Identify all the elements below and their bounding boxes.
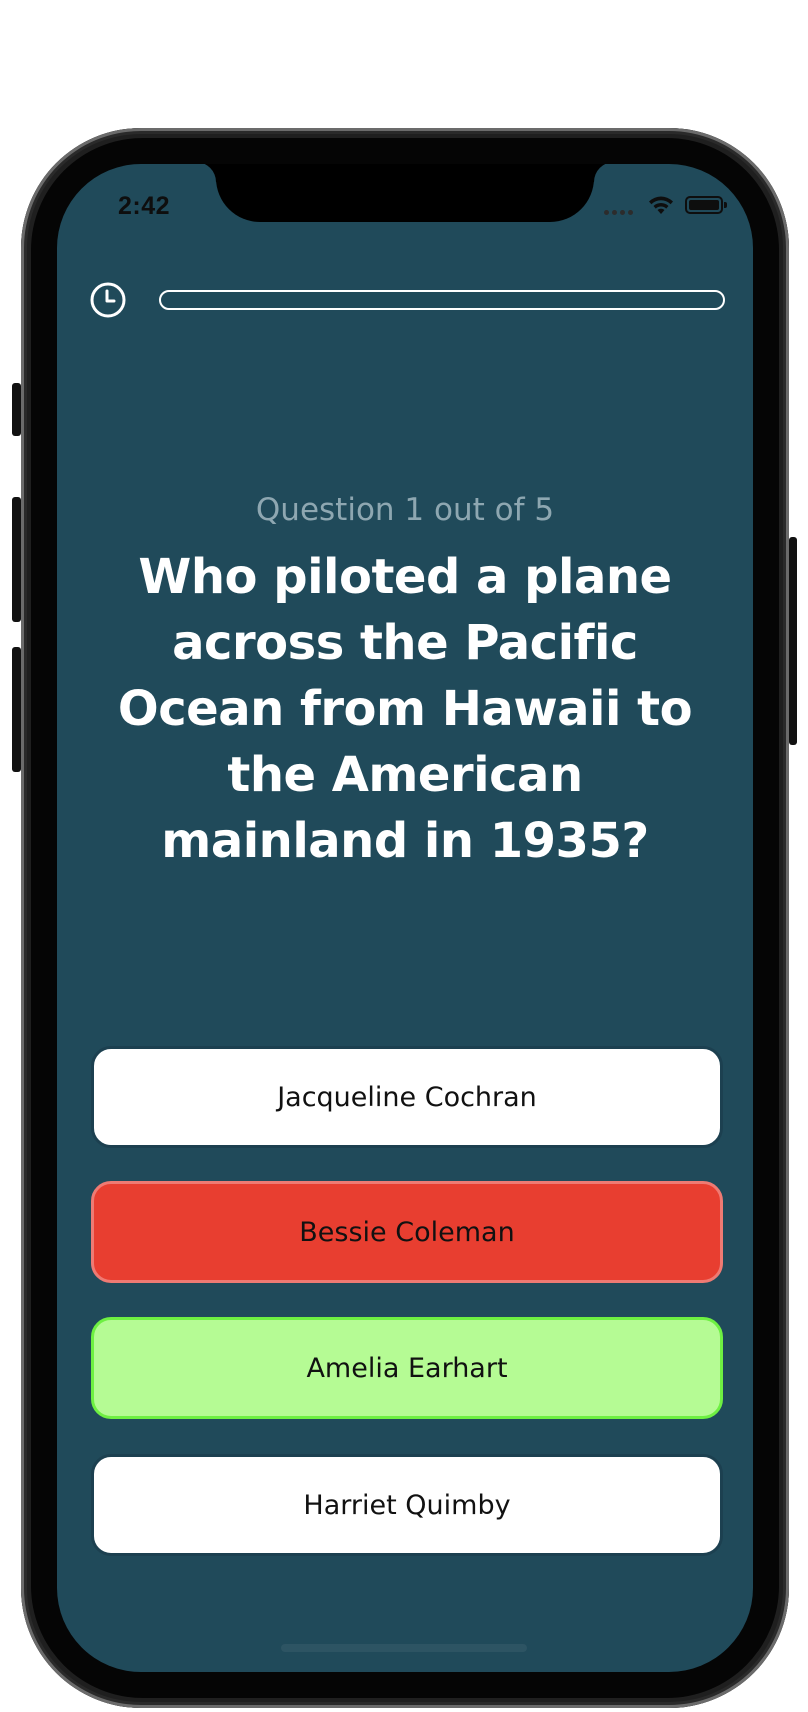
answer-button-1[interactable]: Jacqueline Cochran (91, 1046, 723, 1148)
battery-icon (685, 196, 727, 214)
answer-label: Jacqueline Cochran (277, 1081, 537, 1113)
volume-down-button (12, 647, 21, 772)
answer-label: Harriet Quimby (303, 1489, 511, 1521)
mute-switch (12, 383, 21, 436)
status-time: 2:42 (118, 192, 171, 220)
battery-fill (689, 200, 719, 210)
power-button (789, 537, 797, 745)
question-text: Who piloted a plane across the Pacific O… (117, 549, 693, 869)
home-indicator[interactable] (281, 1644, 527, 1652)
answer-button-2[interactable]: Bessie Coleman (91, 1181, 723, 1283)
timer-progress-bar (159, 290, 725, 310)
status-icons (604, 194, 727, 216)
quiz-screen: 2:42 Question 1 out of 5 Who piloted a p… (57, 164, 753, 1672)
answer-button-3[interactable]: Amelia Earhart (91, 1317, 723, 1419)
answer-label: Amelia Earhart (306, 1352, 508, 1384)
volume-up-button (12, 497, 21, 622)
cellular-signal-icon (604, 196, 633, 215)
answer-label: Bessie Coleman (299, 1216, 515, 1248)
notch (216, 164, 594, 222)
clock-icon (89, 281, 127, 319)
answer-button-4[interactable]: Harriet Quimby (91, 1454, 723, 1556)
wifi-icon (647, 194, 675, 216)
question-counter: Question 1 out of 5 (255, 492, 555, 528)
